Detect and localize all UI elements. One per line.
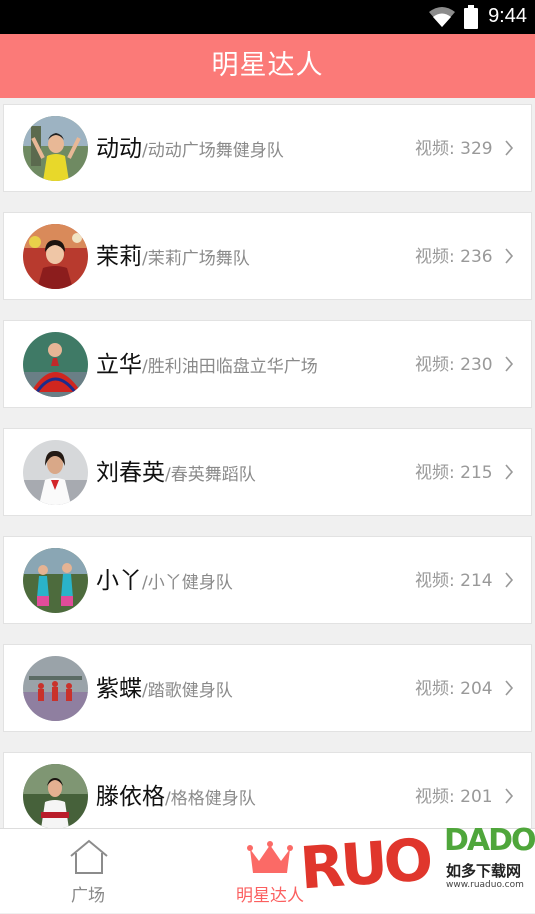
star-list-item[interactable]: 紫蝶/踏歌健身队 视频: 204: [3, 644, 532, 732]
video-label: 视频:: [415, 247, 455, 267]
star-name-line: 动动/动动广场舞健身队: [96, 105, 284, 193]
video-stats: 视频: 230: [415, 321, 514, 409]
star-name: 紫蝶: [96, 676, 142, 702]
star-team: 格格健身队: [170, 789, 256, 809]
video-count: 230: [460, 355, 493, 375]
video-count: 329: [460, 139, 493, 159]
video-count: 201: [460, 787, 493, 807]
avatar: [23, 548, 88, 613]
watermark-url: www.ruaduo.com: [446, 880, 524, 890]
star-name-line: 立华/胜利油田临盘立华广场: [96, 321, 318, 409]
avatar: [23, 440, 88, 505]
avatar: [23, 656, 88, 721]
star-list-item[interactable]: 茉莉/茉莉广场舞队 视频: 236: [3, 212, 532, 300]
star-name-line: 小丫/小丫健身队: [96, 537, 233, 625]
star-name: 刘春英: [96, 460, 165, 486]
star-name-line: 刘春英/春英舞蹈队: [96, 429, 256, 517]
star-list-item[interactable]: 刘春英/春英舞蹈队 视频: 215: [3, 428, 532, 516]
video-stats: 视频: 329: [415, 105, 514, 193]
star-name: 立华: [96, 352, 142, 378]
video-label: 视频:: [415, 679, 455, 699]
watermark-brand-block: DADO 如多下载网 www.ruaduo.com: [434, 823, 535, 902]
video-count: 204: [460, 679, 493, 699]
status-time: 9:44: [488, 5, 527, 27]
star-list-item[interactable]: 立华/胜利油田临盘立华广场 视频: 230: [3, 320, 532, 408]
video-stats: 视频: 215: [415, 429, 514, 517]
avatar: [23, 332, 88, 397]
video-stats: 视频: 204: [415, 645, 514, 733]
star-name: 动动: [96, 136, 142, 162]
star-team: 动动广场舞健身队: [147, 141, 284, 161]
video-count: 236: [460, 247, 493, 267]
chevron-right-icon: [504, 647, 514, 735]
video-count: 214: [460, 571, 493, 591]
video-label: 视频:: [415, 463, 455, 483]
watermark-brand: DADO: [444, 823, 535, 858]
wifi-icon: [428, 6, 456, 32]
watermark: RUO DADO 如多下载网 www.ruaduo.com: [298, 818, 535, 910]
star-team: 茉莉广场舞队: [147, 249, 250, 269]
chevron-right-icon: [504, 539, 514, 627]
star-name: 小丫: [96, 568, 142, 594]
avatar: [23, 116, 88, 181]
watermark-logo: RUO: [297, 825, 432, 903]
video-label: 视频:: [415, 571, 455, 591]
star-list-item[interactable]: 小丫/小丫健身队 视频: 214: [3, 536, 532, 624]
video-label: 视频:: [415, 355, 455, 375]
battery-icon: [464, 5, 478, 33]
star-name-line: 茉莉/茉莉广场舞队: [96, 213, 250, 301]
status-bar: 9:44: [0, 0, 535, 34]
star-team: 小丫健身队: [147, 573, 233, 593]
video-label: 视频:: [415, 787, 455, 807]
star-name-line: 紫蝶/踏歌健身队: [96, 645, 233, 733]
star-team: 踏歌健身队: [147, 681, 233, 701]
chevron-right-icon: [504, 107, 514, 195]
chevron-right-icon: [504, 215, 514, 303]
video-stats: 视频: 214: [415, 537, 514, 625]
star-team: 春英舞蹈队: [170, 465, 256, 485]
video-stats: 视频: 236: [415, 213, 514, 301]
avatar: [23, 224, 88, 289]
page-title: 明星达人: [0, 34, 535, 98]
video-count: 215: [460, 463, 493, 483]
house-icon: [68, 839, 110, 879]
chevron-right-icon: [504, 323, 514, 411]
star-name: 茉莉: [96, 244, 142, 270]
chevron-right-icon: [504, 431, 514, 519]
video-label: 视频:: [415, 139, 455, 159]
star-name: 滕依格: [96, 784, 165, 810]
crown-icon: [247, 841, 293, 879]
watermark-site-name: 如多下载网: [446, 862, 522, 880]
star-team: 胜利油田临盘立华广场: [147, 357, 318, 377]
star-list-item[interactable]: 动动/动动广场舞健身队 视频: 329: [3, 104, 532, 192]
tab-plaza[interactable]: 广场: [40, 829, 136, 913]
tab-label: 广场: [71, 886, 105, 906]
avatar: [23, 764, 88, 829]
